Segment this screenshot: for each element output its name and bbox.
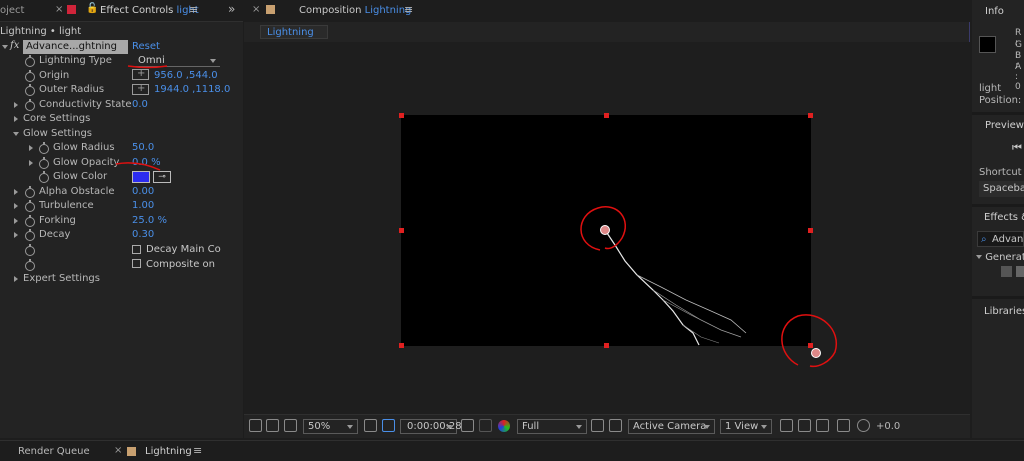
timeline-tab[interactable]: Lightning [145,446,192,457]
pixel-aspect-icon[interactable] [780,419,793,432]
timeline-tab-icon [127,447,136,456]
timecode-value: 0:00:00:28 [407,421,462,432]
show-snapshot-icon[interactable] [479,419,492,432]
info-color-swatch [979,36,996,53]
exposure-value[interactable]: +0.0 [876,420,900,434]
toggle-transparency-icon[interactable] [609,419,622,432]
preview-tab[interactable]: Preview [985,120,1024,131]
transform-handle[interactable] [604,113,609,118]
annotation-circle [580,206,627,251]
close-icon[interactable]: × [252,4,260,15]
timecode-field[interactable]: 0:00:00:28 [400,419,462,434]
zoom-select[interactable]: 50% [303,419,358,434]
divider [972,112,1024,115]
motion-blur-icon[interactable] [816,419,829,432]
zoom-value: 50% [308,421,331,432]
transform-handle[interactable] [808,113,813,118]
camera-snapshot-icon[interactable] [461,419,474,432]
rgba-a: A : 0 [1015,62,1022,92]
subtab-label: Lightning [267,27,314,38]
effects-presets-tab[interactable]: Effects & P [984,212,1024,223]
composition-tab[interactable]: Composition Lightning [299,5,411,16]
annotation-underline-type [127,65,168,69]
render-queue-tab[interactable]: Render Queue [18,446,90,457]
always-preview-icon[interactable] [249,419,262,432]
divider [972,204,1024,207]
libraries-tab[interactable]: Libraries [984,306,1024,317]
view-layout-select[interactable]: 1 View [720,419,772,434]
resolution-select[interactable]: Full [517,419,587,434]
info-layer-name: light [979,83,1002,94]
transparency-grid-icon[interactable] [382,419,395,432]
collapse-arrow-icon [976,255,982,259]
skip-to-start-icon[interactable]: ⏮ [1012,141,1022,155]
comp-subtab[interactable]: Lightning [260,25,328,39]
effect-item-icon[interactable] [1001,266,1012,277]
camera-value: Active Camera [633,421,707,432]
composition-tab-icon [266,5,275,14]
search-icon: ⌕ [981,234,987,245]
annotation-circles [580,206,838,368]
transform-handle[interactable] [399,343,404,348]
draft-3d-icon[interactable] [798,419,811,432]
effect-controls-panel: oject × 🔓 Effect Controls light ≡ » Ligh… [0,0,243,438]
panel-menu-icon[interactable]: ≡ [404,3,413,16]
color-channel-icon[interactable] [498,420,510,432]
close-icon[interactable]: × [114,445,122,456]
divider [972,296,1024,299]
region-of-interest-icon[interactable] [364,419,377,432]
category-label: Generat [985,252,1024,263]
shortcut-value: Spacebar [983,183,1024,194]
tab-prefix: Composition [299,5,362,16]
transform-handle[interactable] [399,228,404,233]
monitor-icon[interactable] [266,419,279,432]
effect-item-highlight[interactable] [1016,266,1024,277]
annotation-strokes [115,65,168,171]
camera-select[interactable]: Active Camera [628,419,715,434]
flowchart-icon[interactable] [837,419,850,432]
effects-category[interactable]: Generat [976,252,1024,263]
annotation-underline-opacity [115,162,161,171]
resolution-value: Full [522,421,540,432]
exposure-reset-icon[interactable] [857,419,870,432]
fast-preview-icon[interactable] [591,419,604,432]
effects-search-input[interactable]: ⌕ Advan [977,231,1024,247]
shortcut-label: Shortcut [979,167,1022,178]
info-tab[interactable]: Info [985,6,1004,17]
annotation-circle [781,314,838,368]
shortcut-select[interactable]: Spacebar [979,181,1024,197]
transform-handle[interactable] [399,113,404,118]
info-position: Position: 9 [979,95,1024,106]
mask-visibility-icon[interactable] [284,419,297,432]
view-layout-value: 1 View [725,421,759,432]
search-value: Advan [992,234,1024,245]
panel-menu-icon[interactable]: ≡ [193,444,202,457]
